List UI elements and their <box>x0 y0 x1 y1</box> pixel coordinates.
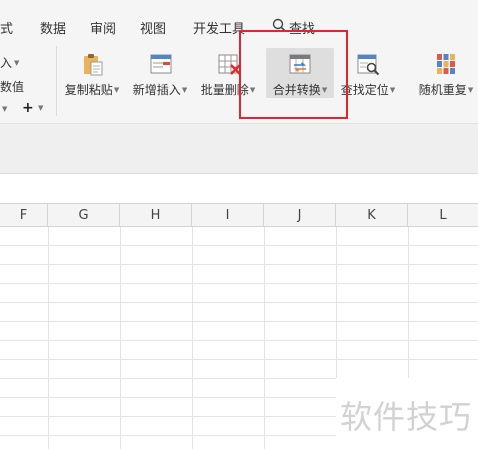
add-insert-button[interactable]: 新增插入▼ <box>128 48 192 102</box>
value-fragment-label[interactable]: 数值 <box>0 78 24 95</box>
grid-line <box>0 283 478 284</box>
random-repeat-label: 随机重复▼ <box>418 83 474 97</box>
copy-paste-label: 复制粘贴▼ <box>64 83 120 97</box>
insert-fragment-label: 入 <box>0 56 13 70</box>
grid-line <box>0 340 478 341</box>
grid-line <box>0 321 478 322</box>
blank-strip <box>0 175 478 203</box>
column-header-k[interactable]: K <box>336 204 408 227</box>
ribbon-divider <box>56 46 57 116</box>
tab-developer[interactable]: 开发工具 <box>193 18 245 37</box>
add-insert-label: 新增插入▼ <box>132 83 188 97</box>
clipboard-paste-icon <box>84 54 103 76</box>
column-header-h[interactable]: H <box>120 204 192 227</box>
grid-line <box>0 302 478 303</box>
find-locate-icon <box>357 54 380 76</box>
column-header-j[interactable]: J <box>264 204 336 227</box>
column-header-row: F G H I J K L <box>0 203 478 227</box>
random-repeat-icon <box>437 54 455 74</box>
copy-paste-button[interactable]: 复制粘贴▼ <box>60 48 124 102</box>
chevron-down-icon[interactable]: ▼ <box>0 102 7 116</box>
delete-table-icon <box>218 54 241 75</box>
chevron-down-icon: ▼ <box>14 59 20 67</box>
insert-fragment-button[interactable]: 入 ▼ <box>0 54 19 71</box>
grid-line <box>0 245 478 246</box>
tab-data[interactable]: 数据 <box>40 18 66 37</box>
column-header-l[interactable]: L <box>408 204 478 227</box>
random-repeat-button[interactable]: 随机重复▼ <box>414 48 478 102</box>
formula-bar-area[interactable] <box>0 124 478 174</box>
watermark-text: 软件技巧 <box>340 398 473 436</box>
grid-line <box>0 264 478 265</box>
chevron-down-icon[interactable]: ▼ <box>38 104 43 112</box>
column-header-f[interactable]: F <box>0 204 48 227</box>
column-header-i[interactable]: I <box>192 204 264 227</box>
insert-table-icon <box>150 54 172 74</box>
tab-review[interactable]: 审阅 <box>90 18 116 37</box>
plus-icon[interactable]: + <box>22 100 34 116</box>
grid-line <box>0 359 478 360</box>
tab-view[interactable]: 视图 <box>140 18 166 37</box>
tab-formula-fragment[interactable]: 式 <box>0 18 13 37</box>
column-header-g[interactable]: G <box>48 204 120 227</box>
highlight-box <box>239 30 348 119</box>
